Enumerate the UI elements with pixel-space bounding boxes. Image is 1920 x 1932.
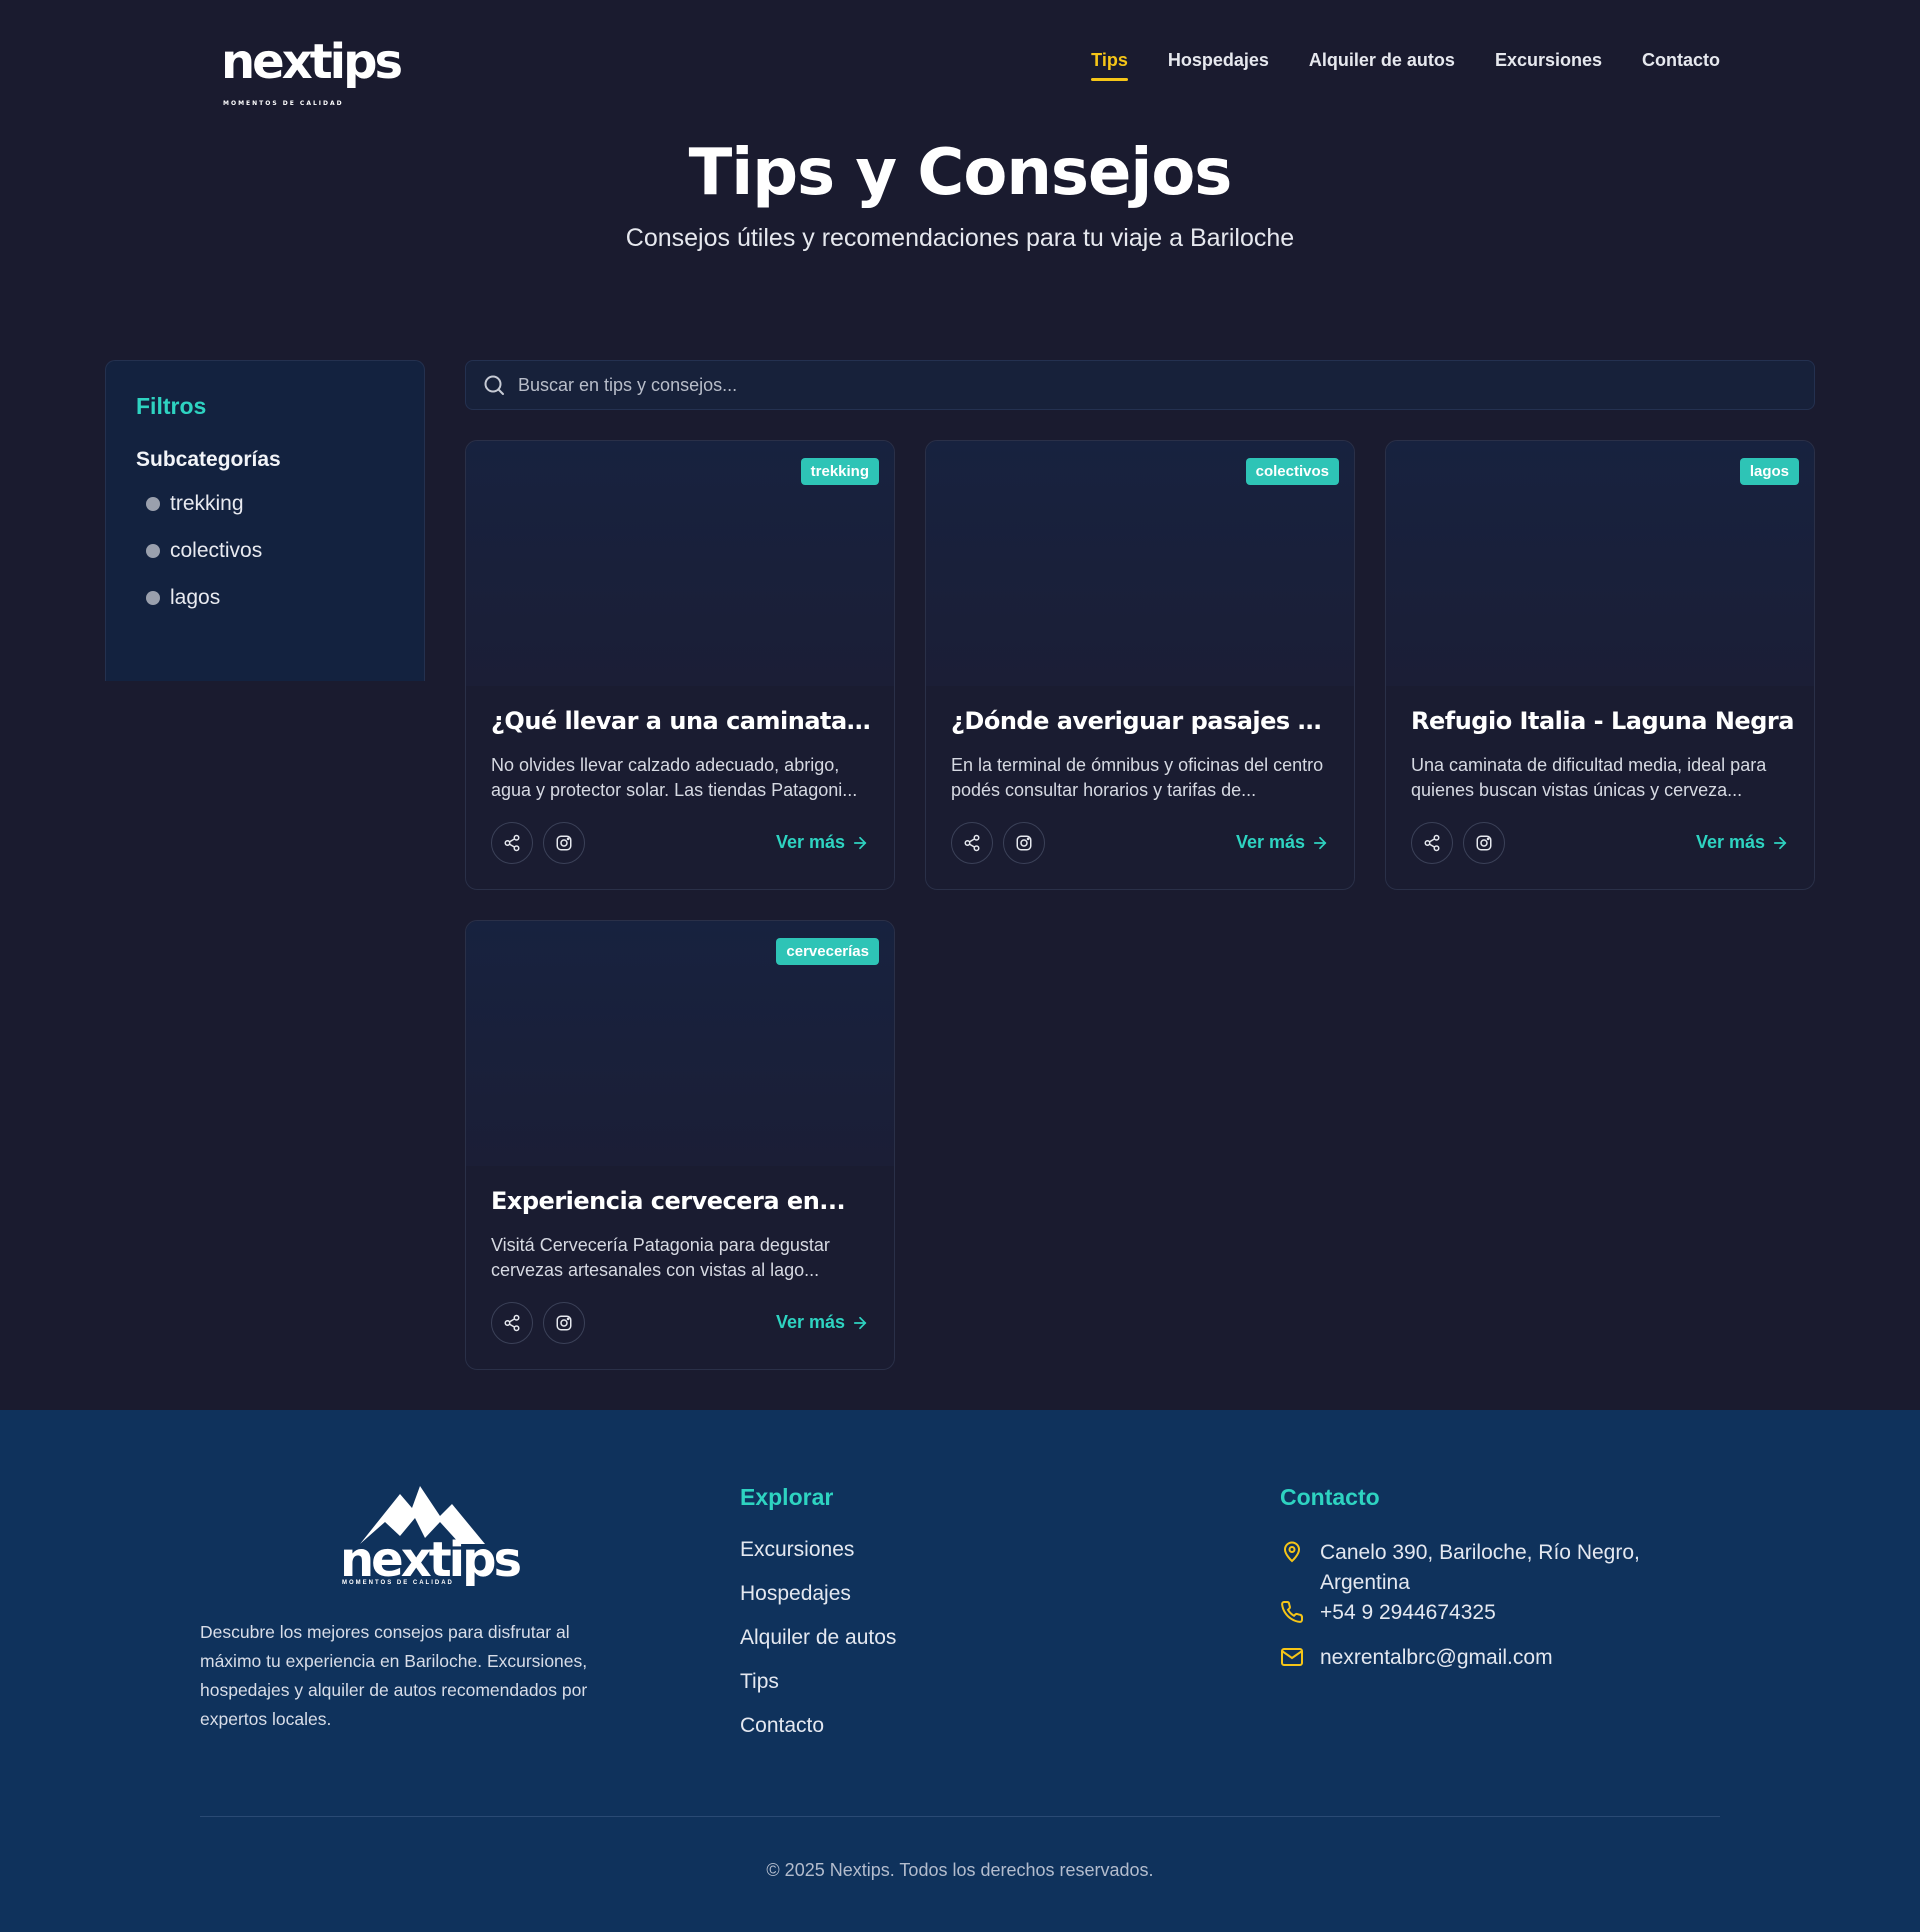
contact-email[interactable]: nexrentalbrc@gmail.com (1280, 1643, 1680, 1673)
main-nav: Tips Hospedajes Alquiler de autos Excurs… (1091, 50, 1720, 81)
arrow-right-icon (853, 836, 867, 849)
category-badge: lagos (1739, 458, 1799, 485)
filter-trekking[interactable]: trekking (146, 492, 394, 516)
arrow-right-icon (1773, 836, 1787, 849)
filters-title: Filtros (136, 393, 207, 419)
explore-title: Explorar (740, 1484, 834, 1510)
share-button[interactable] (491, 1302, 533, 1344)
share-icon (504, 834, 520, 852)
share-icon (504, 1314, 520, 1332)
category-badge: trekking (800, 458, 879, 485)
contact-phone[interactable]: +54 9 2944674325 (1280, 1598, 1680, 1628)
ver-mas-link[interactable]: Ver más (776, 1312, 869, 1333)
card-description: Una caminata de dificultad media, ideal … (1411, 755, 1767, 800)
nav-contacto[interactable]: Contacto (1642, 50, 1720, 81)
footer-description: Descubre los mejores consejos para disfr… (200, 1622, 588, 1729)
ver-mas-link[interactable]: Ver más (1236, 832, 1329, 853)
filters-panel: Filtros Subcategorías trekking colectivo… (105, 360, 425, 681)
category-badge: cervecerías (776, 938, 879, 965)
footer-logo[interactable]: nextips MOMENTOS DE CALIDAD (340, 1476, 522, 1591)
phone-icon (1281, 1600, 1304, 1623)
radio-dot-icon (146, 591, 160, 605)
contact-title: Contacto (1280, 1484, 1380, 1510)
arrow-right-icon (1313, 836, 1327, 849)
instagram-button[interactable] (543, 822, 585, 864)
search-icon (484, 375, 504, 395)
search-bar (465, 360, 1815, 410)
nav-excursiones[interactable]: Excursiones (1495, 50, 1602, 81)
footer-link-alquiler-autos[interactable]: Alquiler de autos (740, 1626, 896, 1650)
page-title: Tips y Consejos (688, 136, 1233, 210)
card-description: En la terminal de ómnibus y oficinas del… (951, 755, 1324, 800)
instagram-button[interactable] (1463, 822, 1505, 864)
radio-dot-icon (146, 544, 160, 558)
subcategories-title: Subcategorías (136, 448, 281, 471)
mail-icon (1281, 1648, 1303, 1666)
ver-mas-label: Ver más (775, 832, 845, 852)
search-input[interactable] (518, 374, 1718, 396)
filter-label: lagos (170, 586, 221, 609)
arrow-right-icon (853, 1316, 867, 1329)
filter-label: trekking (170, 492, 244, 515)
nav-tips[interactable]: Tips (1091, 50, 1128, 81)
ver-mas-link[interactable]: Ver más (1696, 832, 1789, 853)
email-text: nexrentalbrc@gmail.com (1320, 1646, 1553, 1669)
card-title: ¿Dónde averiguar pasajes de... (951, 707, 1336, 735)
share-button[interactable] (491, 822, 533, 864)
instagram-icon (556, 1315, 572, 1331)
share-button[interactable] (951, 822, 993, 864)
radio-dot-icon (146, 497, 160, 511)
filter-label: colectivos (170, 539, 263, 562)
ver-mas-label: Ver más (1695, 832, 1765, 852)
filter-colectivos[interactable]: colectivos (146, 539, 394, 563)
card-title: Experiencia cervecera en... (491, 1187, 846, 1215)
footer-link-excursiones[interactable]: Excursiones (740, 1538, 896, 1562)
share-icon (964, 834, 980, 852)
site-header: nextips MOMENTOS DE CALIDAD Tips Hospeda… (0, 0, 1920, 130)
ver-mas-label: Ver más (775, 1312, 845, 1332)
tip-card[interactable]: colectivos ¿Dónde averiguar pasajes de..… (925, 440, 1355, 890)
explore-links: Excursiones Hospedajes Alquiler de autos… (740, 1538, 896, 1758)
card-title: ¿Qué llevar a una caminata de... (491, 707, 876, 735)
logo-tagline: MOMENTOS DE CALIDAD (223, 100, 344, 107)
tip-card[interactable]: lagos Refugio Italia - Laguna Negra Una … (1385, 440, 1815, 890)
instagram-button[interactable] (1003, 822, 1045, 864)
footer-link-tips[interactable]: Tips (740, 1670, 896, 1694)
card-title: Refugio Italia - Laguna Negra (1411, 707, 1794, 735)
footer-link-hospedajes[interactable]: Hospedajes (740, 1582, 896, 1606)
instagram-icon (1476, 835, 1492, 851)
footer-link-contacto[interactable]: Contacto (740, 1714, 896, 1738)
share-icon (1424, 834, 1440, 852)
tip-card[interactable]: cervecerías Experiencia cervecera en... … (465, 920, 895, 1370)
instagram-icon (1016, 835, 1032, 851)
card-description: No olvides llevar calzado adecuado, abri… (491, 755, 858, 800)
instagram-icon (556, 835, 572, 851)
logo-tagline: MOMENTOS DE CALIDAD (342, 1580, 454, 1586)
footer-divider (200, 1816, 1720, 1817)
logo-wordmark: nextips (340, 1532, 522, 1588)
filter-lagos[interactable]: lagos (146, 586, 394, 610)
page-subtitle: Consejos útiles y recomendaciones para t… (625, 224, 1295, 252)
nav-alquiler-autos[interactable]: Alquiler de autos (1309, 50, 1455, 81)
copyright: © 2025 Nextips. Todos los derechos reser… (766, 1860, 1154, 1880)
address-text: Canelo 390, Bariloche, Río Negro, Argent… (1320, 1541, 1640, 1594)
phone-text: +54 9 2944674325 (1320, 1601, 1496, 1624)
instagram-button[interactable] (543, 1302, 585, 1344)
share-button[interactable] (1411, 822, 1453, 864)
header-logo[interactable]: nextips MOMENTOS DE CALIDAD (221, 38, 403, 107)
site-footer: nextips MOMENTOS DE CALIDAD Descubre los… (0, 1410, 1920, 1932)
ver-mas-label: Ver más (1235, 832, 1305, 852)
tip-card[interactable]: trekking ¿Qué llevar a una caminata de..… (465, 440, 895, 890)
nav-hospedajes[interactable]: Hospedajes (1168, 50, 1269, 81)
ver-mas-link[interactable]: Ver más (776, 832, 869, 853)
card-description: Visitá Cervecería Patagonia para degusta… (491, 1235, 830, 1280)
category-badge: colectivos (1245, 458, 1339, 485)
map-pin-icon (1283, 1541, 1301, 1563)
contact-address: Canelo 390, Bariloche, Río Negro, Argent… (1280, 1538, 1680, 1598)
